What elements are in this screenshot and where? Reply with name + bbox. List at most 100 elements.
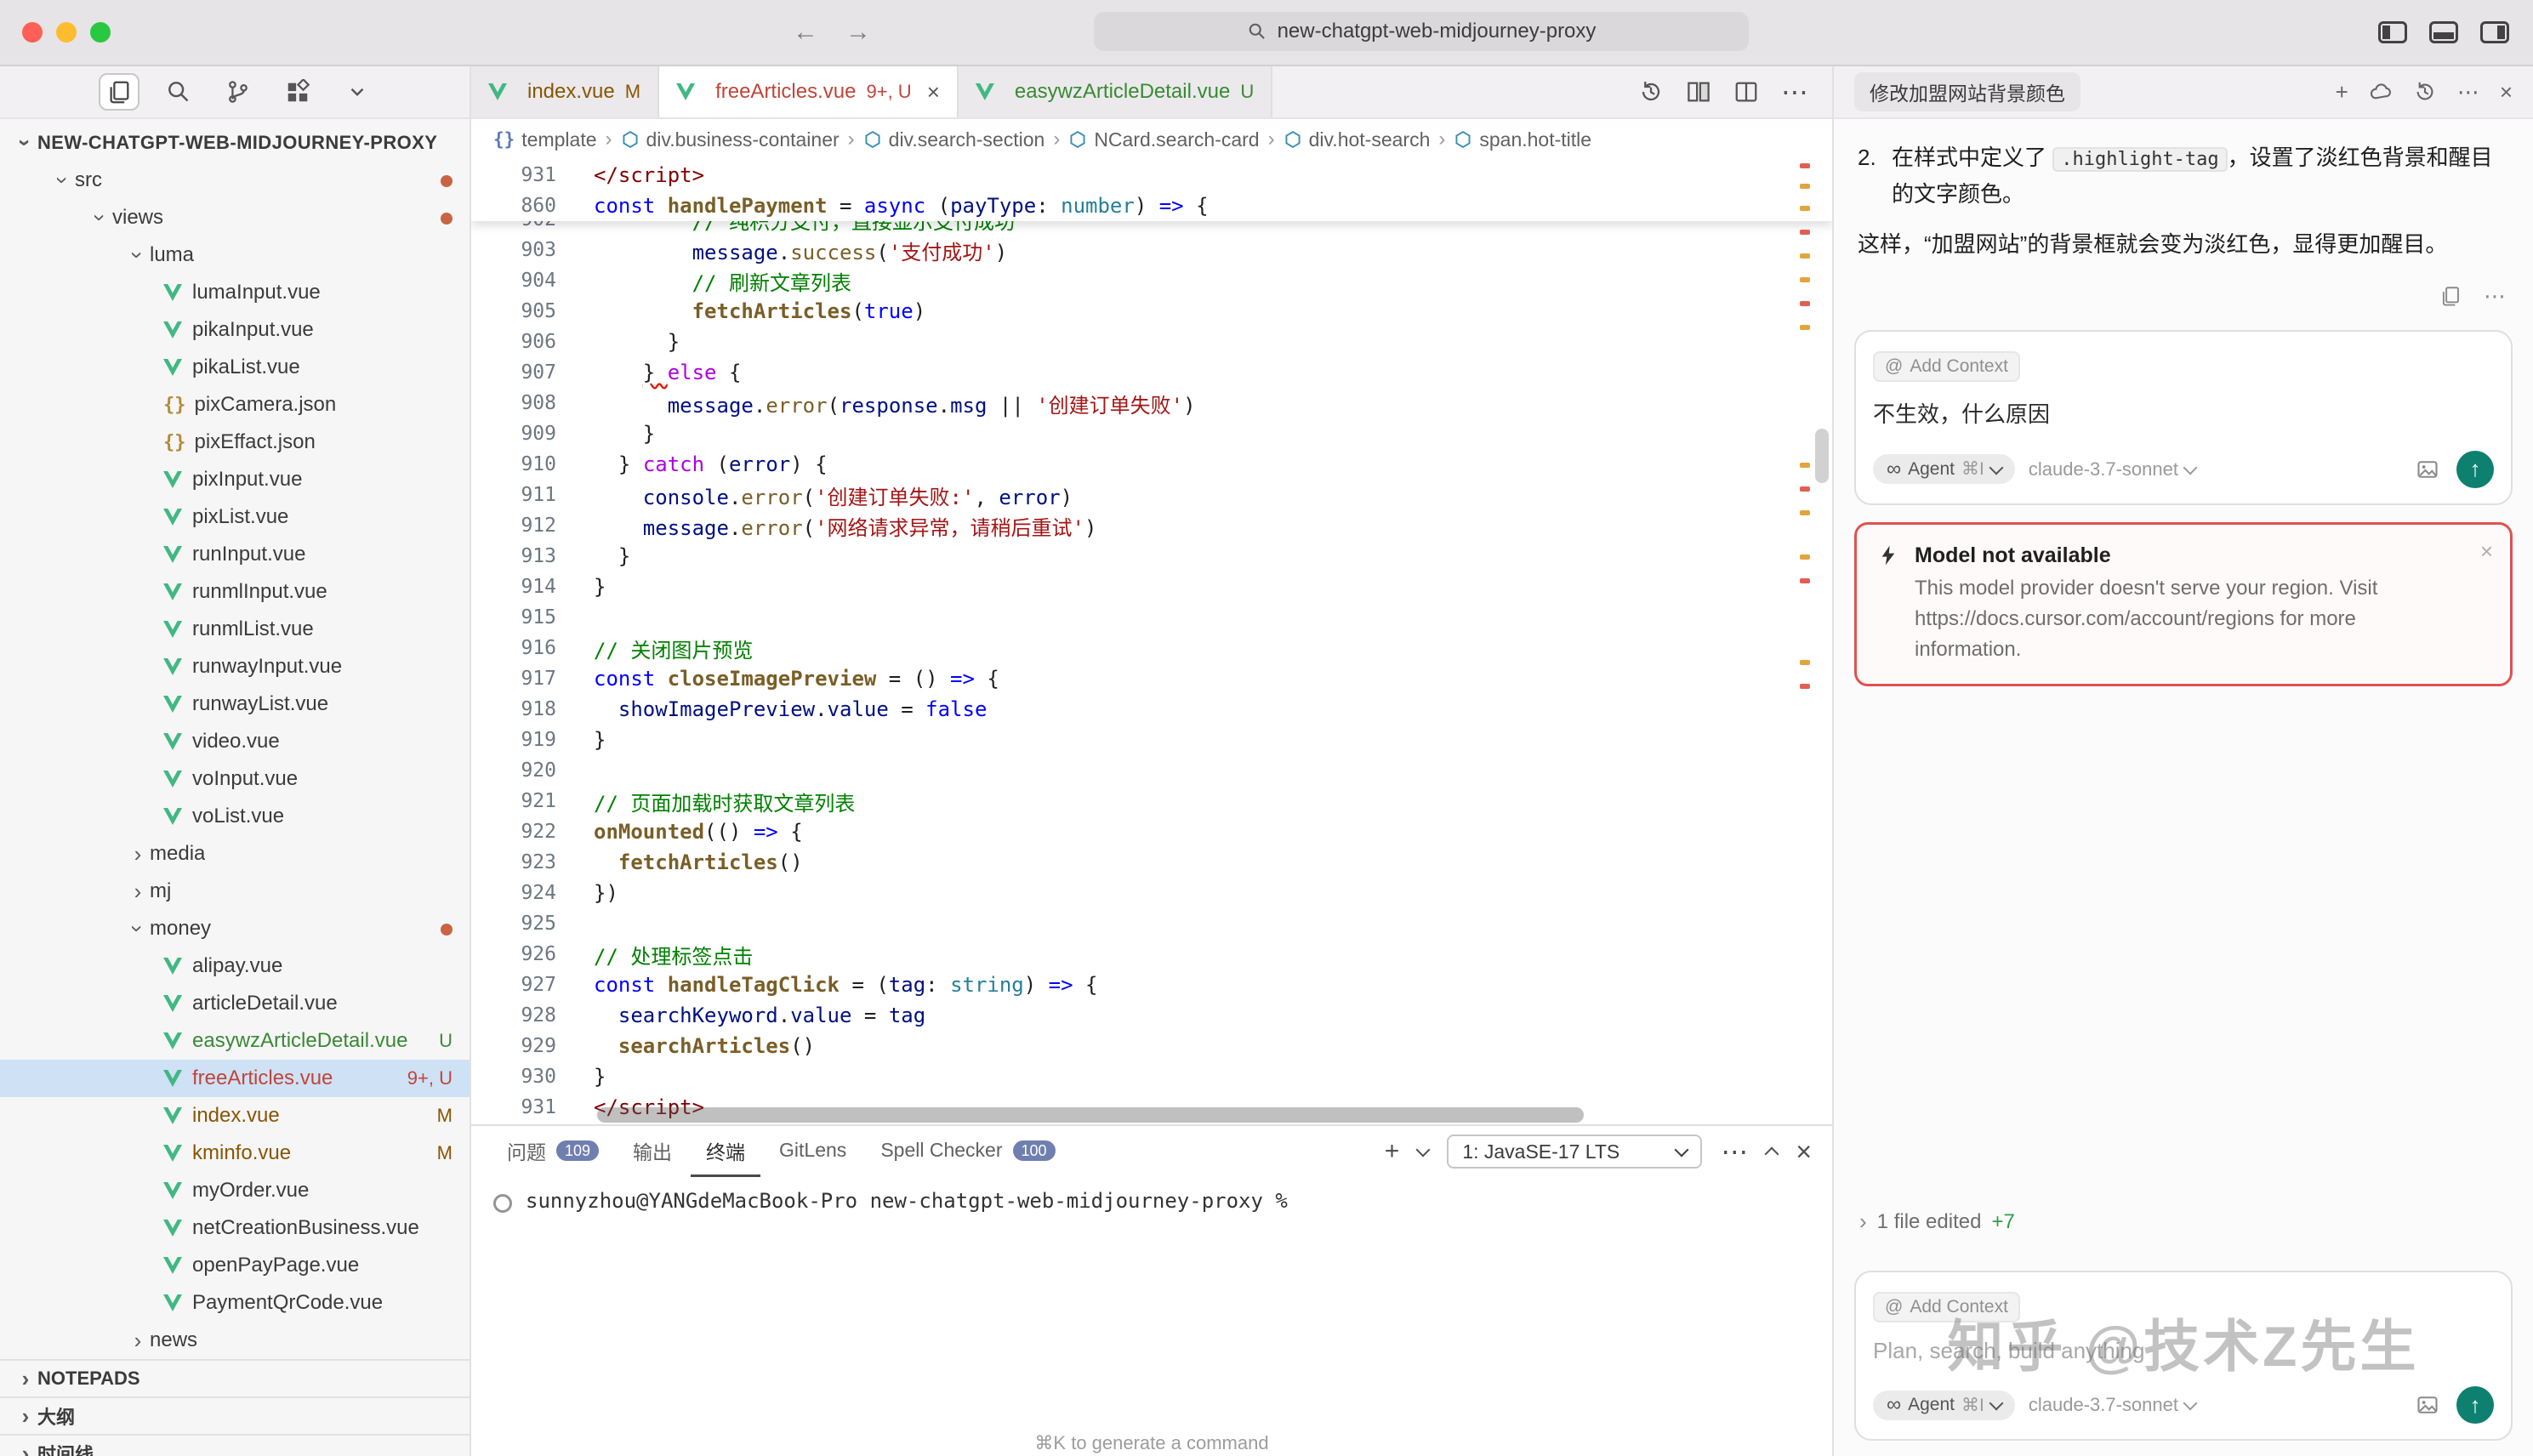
editor-tab[interactable]: easywzArticleDetail.vueU (959, 66, 1272, 117)
tree-file[interactable]: runwayList.vue (0, 685, 470, 723)
breadcrumb-item[interactable]: span.hot-title (1454, 128, 1591, 151)
agent-mode-selector[interactable]: ∞ Agent ⌘I (1873, 1391, 2015, 1420)
breadcrumb-item[interactable]: {}template (493, 128, 597, 151)
more-panel-actions-icon[interactable]: ⋯ (1721, 1135, 1748, 1168)
chat-input-box-secondary[interactable]: @Add Context Plan, search, build anythin… (1854, 1271, 2513, 1441)
code-line[interactable]: 906 } (471, 327, 1832, 357)
breadcrumb-item[interactable]: NCard.search-card (1068, 128, 1259, 151)
chat-title-tab[interactable]: 修改加盟网站背景颜色 (1854, 72, 2080, 111)
close-chat-icon[interactable]: × (2500, 79, 2513, 105)
sidebar-section[interactable]: ›大纲 (0, 1396, 470, 1434)
code-line[interactable]: 920 (471, 755, 1832, 786)
source-control-view-button[interactable] (218, 73, 259, 111)
more-chat-actions-icon[interactable]: ⋯ (2457, 79, 2479, 105)
close-panel-icon[interactable]: × (1796, 1136, 1812, 1168)
send-button[interactable]: ↑ (2456, 1386, 2494, 1424)
panel-tab[interactable]: 输出 (618, 1126, 687, 1177)
tree-file[interactable]: kminfo.vueM (0, 1135, 470, 1172)
split-editor-icon[interactable] (1733, 79, 1759, 105)
tree-file[interactable]: pixInput.vue (0, 461, 470, 498)
more-actions-icon[interactable]: ⋯ (1781, 76, 1808, 108)
forward-icon[interactable]: → (845, 18, 871, 47)
timeline-icon[interactable] (1638, 79, 1664, 105)
model-selector[interactable]: claude-3.7-sonnet (2029, 1394, 2195, 1416)
code-line[interactable]: 860const handlePayment = async (payType:… (471, 191, 1832, 221)
toggle-bottom-panel-icon[interactable] (2429, 21, 2458, 43)
tree-folder[interactable]: ›views (0, 199, 470, 236)
panel-tab[interactable]: Spell Checker100 (865, 1126, 1070, 1177)
horizontal-scrollbar[interactable] (597, 1107, 1584, 1123)
code-line[interactable]: 917const closeImagePreview = () => { (471, 663, 1832, 694)
toggle-left-sidebar-icon[interactable] (2378, 21, 2407, 43)
code-line[interactable]: 926// 处理标签点击 (471, 939, 1832, 970)
code-line[interactable]: 904 // 刷新文章列表 (471, 265, 1832, 296)
tree-folder[interactable]: ›luma (0, 236, 470, 274)
tree-folder[interactable]: ›src (0, 162, 470, 199)
code-line[interactable]: 918 showImagePreview.value = false (471, 694, 1832, 725)
close-tab-icon[interactable]: × (927, 79, 940, 105)
toggle-right-sidebar-icon[interactable] (2480, 21, 2509, 43)
breadcrumb-item[interactable]: div.hot-search (1284, 128, 1431, 151)
new-terminal-icon[interactable]: + (1385, 1139, 1400, 1164)
close-window-button[interactable] (22, 22, 43, 43)
code-line[interactable]: 913 } (471, 541, 1832, 572)
tree-file[interactable]: voList.vue (0, 798, 470, 835)
tree-folder[interactable]: ›NEW-CHATGPT-WEB-MIDJOURNEY-PROXY (0, 124, 470, 162)
code-line[interactable]: 914} (471, 572, 1832, 602)
code-line[interactable]: 908 message.error(response.msg || '创建订单失… (471, 388, 1832, 418)
tree-file[interactable]: {}pixCamera.json (0, 386, 470, 424)
tree-folder[interactable]: ›media (0, 835, 470, 873)
code-line[interactable]: 909 } (471, 418, 1832, 449)
add-context-chip[interactable]: @Add Context (1873, 1292, 2020, 1322)
files-edited-summary[interactable]: › 1 file edited +7 (1834, 1209, 2533, 1250)
tree-file[interactable]: runmlInput.vue (0, 573, 470, 611)
terminal-session-select[interactable]: 1: JavaSE-17 LTS (1447, 1135, 1702, 1169)
code-line[interactable]: 925 (471, 908, 1832, 939)
command-center-search[interactable]: new-chatgpt-web-midjourney-proxy (1094, 12, 1749, 51)
code-line[interactable]: 931</script> (471, 160, 1832, 191)
zoom-window-button[interactable] (90, 22, 111, 43)
code-line[interactable]: 922onMounted(() => { (471, 816, 1832, 847)
tree-file[interactable]: articleDetail.vue (0, 985, 470, 1022)
editor-tab[interactable]: index.vueM (471, 66, 659, 117)
code-line[interactable]: 927const handleTagClick = (tag: string) … (471, 970, 1832, 1000)
code-line[interactable]: 911 console.error('创建订单失败:', error) (471, 480, 1832, 510)
minimize-window-button[interactable] (56, 22, 77, 43)
chat-input-text[interactable]: 不生效，什么原因 (1873, 397, 2494, 429)
new-chat-icon[interactable]: + (2336, 79, 2348, 105)
tree-file[interactable]: runwayInput.vue (0, 648, 470, 685)
editor-tab[interactable]: freeArticles.vue9+, U× (659, 66, 959, 117)
more-message-actions-icon[interactable]: ⋯ (2484, 283, 2506, 310)
tree-file[interactable]: freeArticles.vue9+, U (0, 1060, 470, 1097)
tree-file[interactable]: lumaInput.vue (0, 274, 470, 311)
add-context-chip[interactable]: @Add Context (1873, 351, 2020, 382)
tree-file[interactable]: PaymentQrCode.vue (0, 1284, 470, 1322)
code-line[interactable]: 923 fetchArticles() (471, 847, 1832, 878)
code-line[interactable]: 905 fetchArticles(true) (471, 296, 1832, 327)
code-line[interactable]: 903 message.success('支付成功') (471, 235, 1832, 265)
code-editor[interactable]: 902 // 纯积分支付，直接显示支付成功903 message.success… (471, 160, 1832, 1124)
breadcrumb-item[interactable]: div.business-container (621, 128, 840, 151)
code-line[interactable]: 929 searchArticles() (471, 1031, 1832, 1061)
tree-folder[interactable]: ›mj (0, 873, 470, 910)
tree-file[interactable]: easywzArticleDetail.vueU (0, 1022, 470, 1060)
code-line[interactable]: 907 } else { (471, 357, 1832, 388)
tree-file[interactable]: runInput.vue (0, 536, 470, 573)
breadcrumb-item[interactable]: div.search-section (863, 128, 1045, 151)
tree-file[interactable]: voInput.vue (0, 760, 470, 798)
tree-file[interactable]: index.vueM (0, 1097, 470, 1135)
chat-history-icon[interactable] (2413, 80, 2437, 104)
chat-input-placeholder[interactable]: Plan, search, build anything (1873, 1338, 2494, 1364)
tree-folder[interactable]: ›money (0, 910, 470, 947)
code-line[interactable]: 916// 关闭图片预览 (471, 633, 1832, 663)
panel-tab[interactable]: 问题109 (492, 1126, 614, 1177)
tree-file[interactable]: netCreationBusiness.vue (0, 1209, 470, 1247)
dismiss-error-icon[interactable]: × (2480, 538, 2493, 565)
model-selector[interactable]: claude-3.7-sonnet (2029, 458, 2195, 481)
back-icon[interactable]: ← (793, 18, 818, 47)
tree-file[interactable]: {}pixEffact.json (0, 424, 470, 461)
code-line[interactable]: 930} (471, 1061, 1832, 1092)
copy-icon[interactable] (2439, 285, 2462, 307)
attach-image-icon[interactable] (2416, 1393, 2439, 1417)
code-line[interactable]: 928 searchKeyword.value = tag (471, 1000, 1832, 1031)
